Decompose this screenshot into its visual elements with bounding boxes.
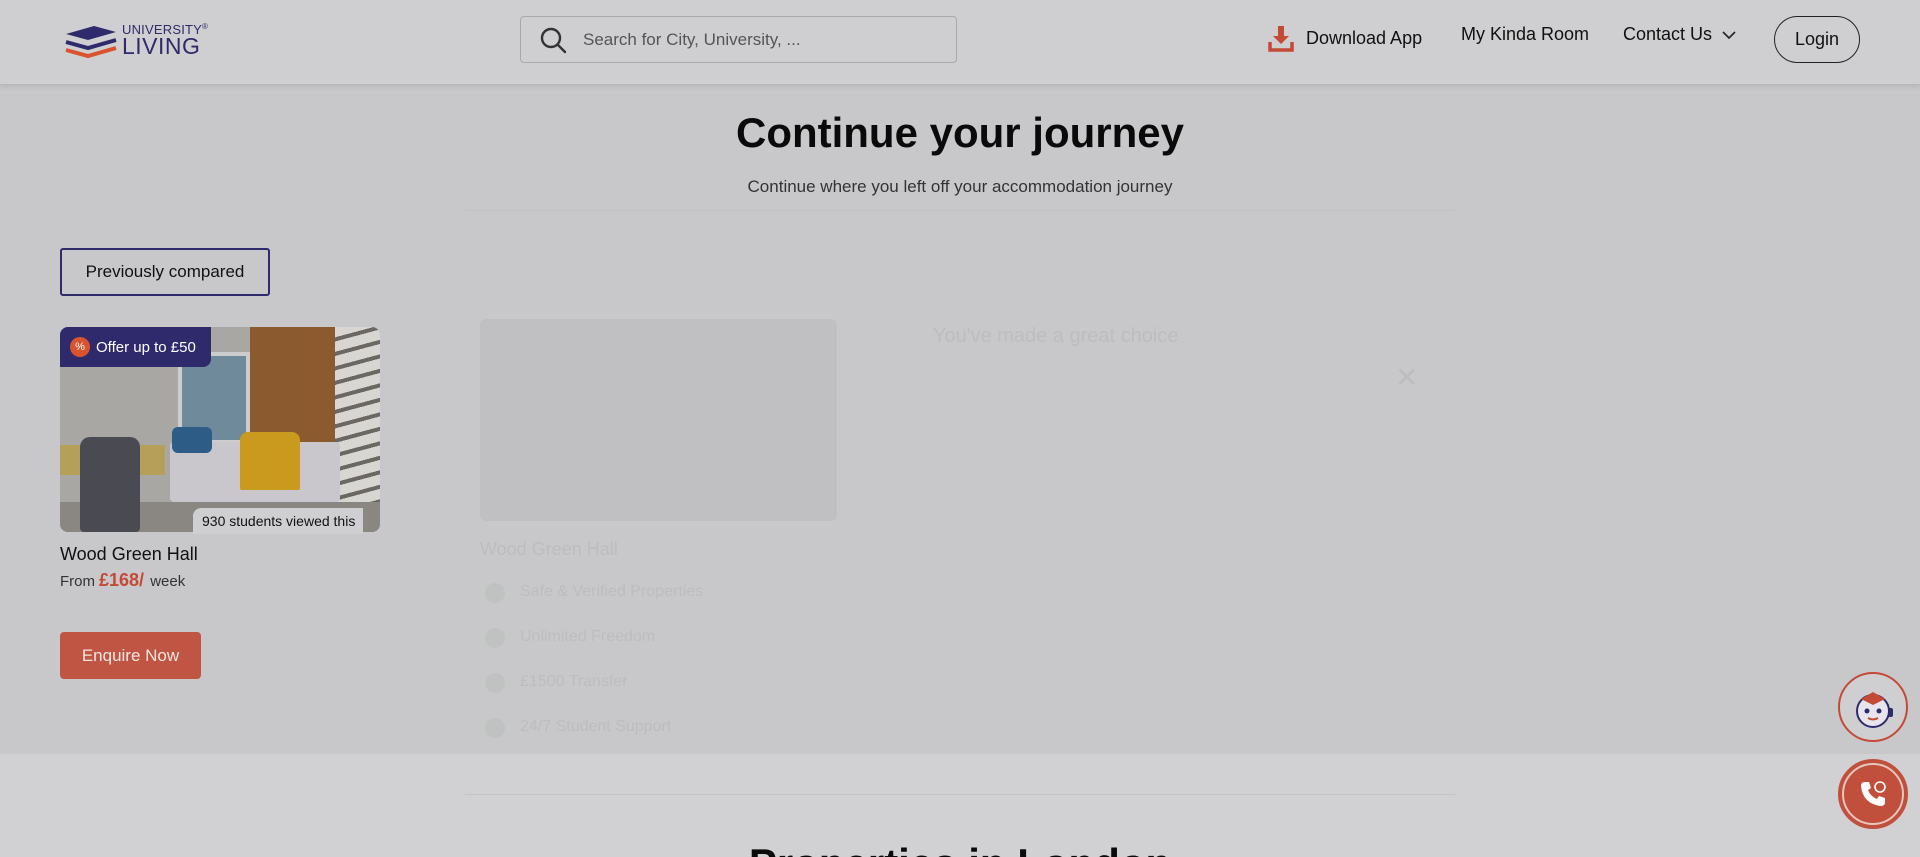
search-bar[interactable] <box>520 16 957 63</box>
contact-us-dropdown[interactable]: Contact Us <box>1623 24 1736 45</box>
search-input[interactable] <box>583 29 943 50</box>
faded-comparison-panel: You've made a great choice ✕ Wood Green … <box>465 210 1455 754</box>
login-button[interactable]: Login <box>1774 16 1860 63</box>
university-living-logo[interactable]: UNIVERSITY® LIVING <box>64 20 214 60</box>
properties-heading: Properties in London <box>0 840 1920 857</box>
close-icon: ✕ <box>1395 362 1419 393</box>
contact-us-label: Contact Us <box>1623 24 1713 44</box>
download-app-label: Download App <box>1306 27 1423 48</box>
property-name[interactable]: Wood Green Hall <box>60 544 198 565</box>
previously-compared-tab[interactable]: Previously compared <box>60 248 270 296</box>
phone-call-icon <box>1861 781 1886 806</box>
faded-headline: You've made a great choice <box>933 325 1179 347</box>
percent-icon: % <box>70 337 90 357</box>
chevron-down-icon <box>1722 30 1736 39</box>
check-icon <box>485 628 505 648</box>
faded-property-name: Wood Green Hall <box>480 539 618 559</box>
section-title: Continue your journey <box>735 109 1184 156</box>
faded-feature: £1500 Transfer <box>520 673 628 690</box>
site-header: UNIVERSITY® LIVING Download App My Kinda… <box>0 0 1920 85</box>
enquire-now-button[interactable]: Enquire Now <box>60 632 201 679</box>
call-button[interactable] <box>1838 759 1908 829</box>
my-kinda-room-link[interactable]: My Kinda Room <box>1461 24 1589 45</box>
check-icon <box>485 718 505 738</box>
price-suffix: week <box>150 573 186 590</box>
offer-badge: % Offer up to £50 <box>60 327 211 367</box>
faded-feature: Unlimited Freedom <box>520 628 656 645</box>
chat-assistant-icon <box>1856 692 1893 728</box>
logo-books-icon <box>65 26 117 59</box>
offer-label: Offer up to £50 <box>96 338 196 356</box>
divider <box>465 794 1455 795</box>
section-subtitle: Continue where you left off your accommo… <box>747 177 1173 196</box>
download-app-link[interactable]: Download App <box>1268 24 1422 52</box>
logo-text: UNIVERSITY® LIVING <box>122 22 208 59</box>
call-button-ring <box>1842 763 1904 825</box>
properties-section: Properties in London <box>0 754 1920 857</box>
faded-feature: Safe & Verified Properties <box>520 583 704 600</box>
price-amount: £168/ <box>99 570 145 590</box>
faded-property-image <box>480 319 837 521</box>
chat-assistant-button[interactable] <box>1838 672 1908 742</box>
price-prefix: From <box>60 573 95 590</box>
students-viewed-badge: 930 students viewed this <box>193 508 364 534</box>
download-icon <box>1268 26 1294 52</box>
check-icon <box>485 673 505 693</box>
check-icon <box>485 583 505 603</box>
property-price: From £168/ week <box>60 570 185 591</box>
logo-bottom-text: LIVING <box>122 32 201 59</box>
faded-feature: 24/7 Student Support <box>520 718 672 735</box>
search-icon <box>540 27 567 53</box>
continue-journey-section: Continue your journey Continue where you… <box>0 85 1920 754</box>
